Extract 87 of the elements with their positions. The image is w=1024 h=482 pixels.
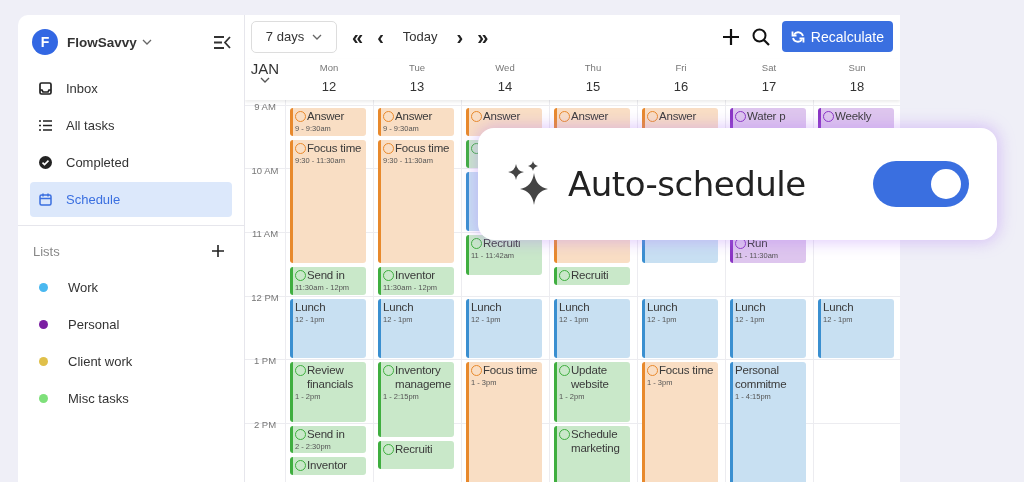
list-item[interactable]: Personal — [68, 317, 120, 332]
recalculate-button[interactable]: Recalculate — [781, 21, 893, 53]
weekday-label: Mon — [319, 61, 339, 73]
event-card[interactable]: Recruiti — [554, 266, 630, 285]
add-icon[interactable] — [212, 245, 224, 257]
chevron-down-icon[interactable] — [260, 76, 270, 83]
weekday-label: Fri — [675, 61, 687, 73]
hour-label: 10 AM — [251, 164, 279, 176]
check-circle-icon — [38, 155, 53, 170]
first-page-button[interactable]: « — [347, 27, 369, 47]
date-label: 16 — [673, 78, 689, 94]
event-title: Answer — [659, 109, 697, 123]
collapse-sidebar-icon[interactable] — [213, 34, 232, 50]
workspace-avatar[interactable]: F — [32, 29, 58, 55]
event-title: Focus time — [483, 363, 538, 377]
event-title: Schedule marketing — [571, 426, 621, 455]
date-label: 18 — [849, 78, 865, 94]
event-title: Focus time — [659, 363, 714, 377]
event-title: Inventory manageme — [395, 363, 452, 391]
event-title: Lunch — [823, 299, 854, 314]
event-title: Water p — [747, 109, 786, 123]
last-page-button[interactable]: » — [472, 27, 494, 47]
date-label: 15 — [585, 78, 601, 94]
event-title: Lunch — [383, 299, 414, 314]
weekday-label: Sat — [761, 61, 777, 73]
date-label: 12 — [321, 78, 337, 94]
date-label: 13 — [409, 78, 425, 94]
inbox-icon — [38, 81, 53, 96]
event-title: Focus time — [395, 140, 450, 155]
event-card[interactable]: Recruiti — [378, 441, 454, 470]
event-title: Lunch — [295, 299, 326, 314]
nav-item[interactable]: Schedule — [30, 182, 232, 217]
event-title: Answer — [307, 109, 345, 123]
event-title: Lunch — [647, 299, 678, 314]
event-title: Recruiti — [395, 442, 433, 457]
weekday-label: Sun — [848, 61, 866, 73]
search-icon — [751, 28, 770, 46]
chevron-down-icon[interactable] — [141, 39, 152, 45]
hour-label: 2 PM — [253, 418, 277, 430]
nav-item[interactable]: Completed — [30, 145, 232, 180]
event-title: Answer — [483, 109, 521, 123]
list-item[interactable]: Misc tasks — [68, 391, 129, 406]
chevron-down-icon — [312, 34, 323, 40]
hour-label: 1 PM — [253, 355, 277, 366]
auto-schedule-label: Auto-schedule — [568, 164, 806, 204]
event-title: Answer — [395, 109, 433, 123]
event-title: Review financials — [307, 363, 354, 391]
weekday-label: Tue — [409, 61, 425, 73]
add-icon — [721, 28, 740, 46]
event-title: Inventor — [307, 458, 347, 473]
hour-label: 11 AM — [251, 228, 279, 239]
event-title: Inventor — [395, 267, 435, 282]
event-card[interactable]: Schedule marketing — [554, 425, 630, 482]
month-label[interactable]: JAN — [250, 59, 280, 77]
calendar-icon — [38, 192, 53, 207]
event-title: Update website — [571, 363, 610, 391]
auto-schedule-toggle[interactable] — [873, 161, 969, 207]
next-button[interactable]: › — [451, 27, 469, 47]
hour-label: 12 PM — [251, 291, 279, 303]
workspace-name[interactable]: FlowSavvy — [67, 34, 137, 50]
event-title: Answer — [571, 109, 609, 123]
event-title: Lunch — [735, 299, 766, 314]
today-button[interactable]: Today — [392, 29, 448, 45]
refresh-icon — [790, 30, 805, 44]
lists-heading: Lists — [33, 243, 60, 259]
event-title: Recruiti — [483, 236, 521, 250]
nav-item[interactable]: All tasks — [30, 108, 232, 143]
nav-item[interactable]: Inbox — [30, 71, 232, 106]
event-title: Send in — [307, 426, 345, 441]
event-title: Recruiti — [571, 267, 609, 282]
event-title: Focus time — [307, 140, 362, 155]
weekday-label: Thu — [584, 61, 602, 73]
event-card[interactable]: Inventor — [290, 457, 366, 476]
hour-label: 9 AM — [254, 101, 276, 112]
event-title: Personal commitme — [735, 363, 788, 391]
event-title: Lunch — [471, 299, 502, 314]
date-label: 14 — [497, 78, 513, 94]
event-title: Send in — [307, 267, 345, 282]
previous-button[interactable]: ‹ — [372, 27, 389, 47]
date-label: 17 — [761, 78, 777, 94]
list-item[interactable]: Work — [68, 280, 99, 295]
range-dropdown[interactable]: 7 days — [251, 21, 337, 53]
event-title: Lunch — [559, 299, 590, 314]
list-icon — [38, 118, 53, 133]
weekday-label: Wed — [495, 61, 515, 73]
list-item[interactable]: Client work — [68, 354, 133, 369]
event-title: Weekly — [835, 109, 872, 123]
